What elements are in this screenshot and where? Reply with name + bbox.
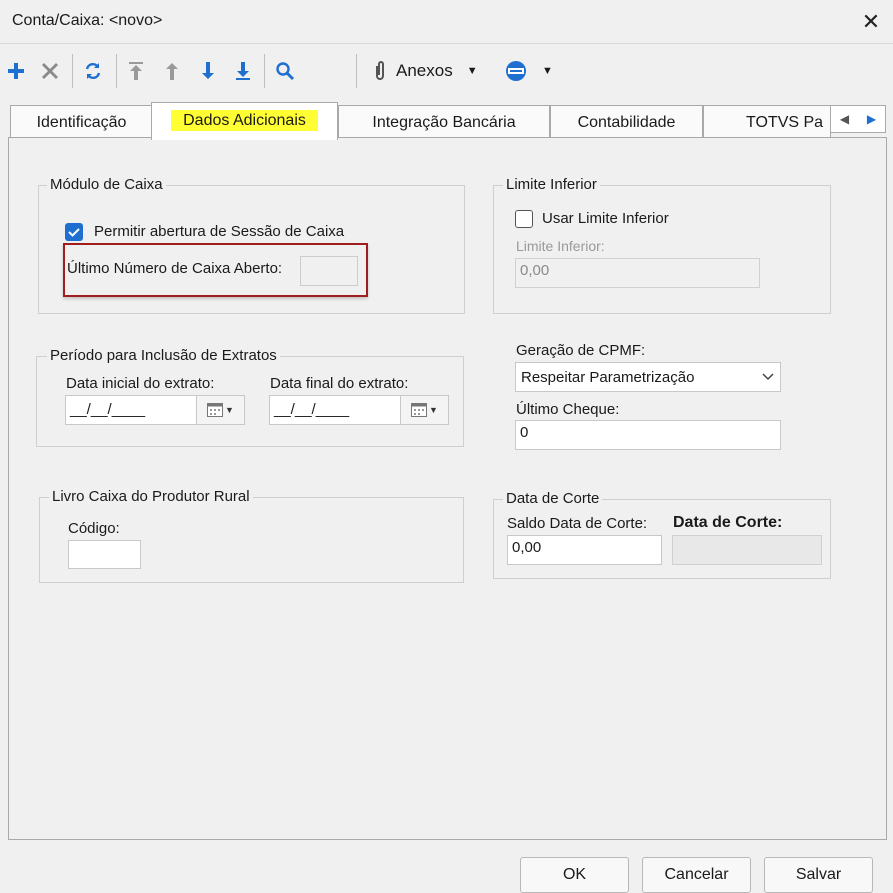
anexos-label: Anexos <box>396 61 453 80</box>
window-title: Conta/Caixa: <novo> <box>12 12 163 29</box>
chevron-down-icon <box>761 369 775 386</box>
last-icon[interactable] <box>231 58 255 84</box>
group-legend: Data de Corte <box>503 490 603 507</box>
group-legend: Período para Inclusão de Extratos <box>47 347 280 364</box>
data-inicial-field[interactable]: __/__/____ ▼ <box>65 395 245 425</box>
toolbar: Anexos ▼ ▼ <box>0 46 893 96</box>
scroll-right-icon[interactable]: ▶ <box>858 106 885 132</box>
toolbar-separator <box>116 54 117 88</box>
tab-totvs[interactable]: TOTVS Pa <box>703 105 831 139</box>
tab-identificacao[interactable]: Identificação <box>10 105 153 139</box>
first-icon[interactable] <box>124 58 148 84</box>
data-final-field[interactable]: __/__/____ ▼ <box>269 395 449 425</box>
ultimo-numero-label: Último Número de Caixa Aberto: <box>67 260 283 277</box>
tab-label: Dados Adicionais <box>171 110 318 131</box>
tab-contabilidade[interactable]: Contabilidade <box>550 105 703 139</box>
refresh-icon[interactable] <box>80 58 106 84</box>
group-legend: Livro Caixa do Produtor Rural <box>49 488 253 505</box>
ok-button[interactable]: OK <box>520 857 629 893</box>
data-inicial-value: __/__/____ <box>70 401 146 418</box>
codigo-label: Código: <box>68 520 120 537</box>
permitir-checkbox[interactable] <box>65 223 83 241</box>
toolbar-separator <box>72 54 73 88</box>
geracao-cpmf-select[interactable]: Respeitar Parametrização <box>515 362 781 392</box>
add-icon[interactable] <box>4 58 28 84</box>
group-legend: Limite Inferior <box>503 176 600 193</box>
saldo-data-corte-label: Saldo Data de Corte: <box>507 515 648 532</box>
limite-inferior-label: Limite Inferior: <box>516 238 605 254</box>
data-final-label: Data final do extrato: <box>270 375 409 392</box>
tab-label: Contabilidade <box>577 114 676 131</box>
title-bar: Conta/Caixa: <novo> ✕ <box>0 0 893 44</box>
permitir-label: Permitir abertura de Sessão de Caixa <box>94 223 345 240</box>
toolbar-separator <box>356 54 357 88</box>
tab-label: Identificação <box>36 114 127 131</box>
save-button[interactable]: Salvar <box>764 857 873 893</box>
usar-limite-checkbox[interactable] <box>515 210 533 228</box>
tab-label: Integração Bancária <box>372 114 516 131</box>
previous-icon[interactable] <box>160 58 184 84</box>
service-menu[interactable]: ▼ <box>504 58 568 84</box>
toolbar-separator <box>264 54 265 88</box>
usar-limite-label: Usar Limite Inferior <box>542 210 669 227</box>
cancel-button[interactable]: Cancelar <box>642 857 751 893</box>
ultimo-numero-field[interactable] <box>300 256 358 286</box>
dropdown-icon: ▼ <box>466 65 478 77</box>
ultimo-cheque-label: Último Cheque: <box>516 401 620 418</box>
chevron-down-icon: ▼ <box>542 65 553 77</box>
data-corte-label: Data de Corte: <box>673 514 783 531</box>
next-icon[interactable] <box>196 58 220 84</box>
calendar-icon[interactable]: ▼ <box>196 396 244 424</box>
search-icon[interactable] <box>272 58 298 84</box>
calendar-icon[interactable]: ▼ <box>400 396 448 424</box>
delete-icon[interactable] <box>38 58 62 84</box>
group-legend: Módulo de Caixa <box>47 176 166 193</box>
data-final-value: __/__/____ <box>274 401 350 418</box>
geracao-cpmf-value: Respeitar Parametrização <box>521 368 695 386</box>
anexos-button[interactable]: Anexos ▼ <box>372 58 490 84</box>
tab-integracao-bancaria[interactable]: Integração Bancária <box>338 105 550 139</box>
attachment-icon <box>372 60 388 82</box>
service-icon <box>504 59 528 83</box>
codigo-field[interactable] <box>68 540 141 569</box>
data-inicial-label: Data inicial do extrato: <box>66 375 215 392</box>
saldo-data-corte-field[interactable]: 0,00 <box>507 535 662 565</box>
geracao-cpmf-label: Geração de CPMF: <box>516 342 646 359</box>
scroll-left-icon[interactable]: ◀ <box>831 106 858 132</box>
tab-dados-adicionais[interactable]: Dados Adicionais <box>151 102 338 140</box>
tab-label: TOTVS Pa <box>746 114 824 131</box>
close-icon[interactable]: ✕ <box>858 9 884 35</box>
ultimo-cheque-field[interactable]: 0 <box>515 420 781 450</box>
data-corte-field[interactable] <box>672 535 822 565</box>
limite-inferior-field[interactable]: 0,00 <box>515 258 760 288</box>
tab-scroll-buttons: ◀ ▶ <box>830 105 886 133</box>
tab-bar: Identificação Dados Adicionais Integraçã… <box>0 102 893 140</box>
